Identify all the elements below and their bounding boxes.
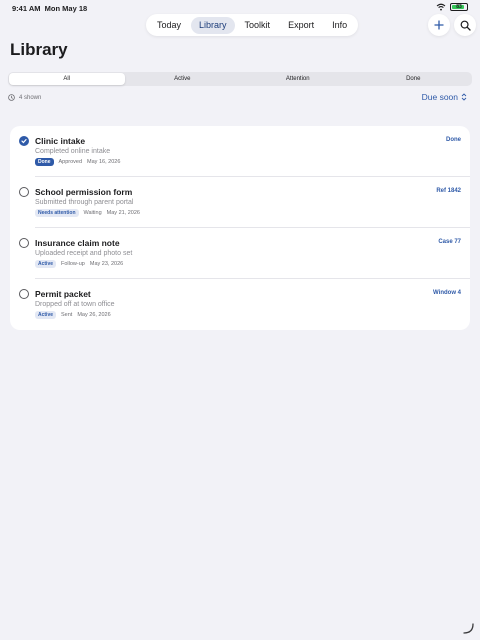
filter-attention[interactable]: Attention: [240, 73, 356, 85]
item-subtitle: Completed online intake: [35, 148, 111, 155]
status-indicators: 83: [436, 3, 468, 11]
item-subtitle: Dropped off at town office: [35, 301, 115, 308]
item-status: Sent: [61, 312, 73, 318]
item-reference: Ref 1842: [436, 188, 461, 194]
item-reference: Window 4: [433, 290, 461, 296]
filter-active[interactable]: Active: [125, 73, 241, 85]
item-date: May 21, 2026: [106, 210, 140, 216]
item-meta: Active Follow-up May 23, 2026: [35, 260, 123, 268]
completion-checkbox[interactable]: [19, 289, 29, 299]
filter-done[interactable]: Done: [356, 73, 472, 85]
status-badge: Active: [35, 260, 57, 268]
item-date: May 26, 2026: [77, 312, 111, 318]
filter-segmented-control: All Active Attention Done: [8, 72, 472, 86]
completion-checkbox[interactable]: [19, 136, 29, 146]
tab-toolkit[interactable]: Toolkit: [237, 17, 279, 34]
plus-icon: [434, 20, 444, 30]
status-time: 9:41 AM Mon May 18: [12, 4, 87, 13]
item-status: Waiting: [83, 210, 102, 216]
item-meta: Done Approved May 16, 2026: [35, 158, 120, 166]
search-icon: [460, 20, 471, 31]
item-meta: Needs attention Waiting May 21, 2026: [35, 209, 140, 217]
sort-label: Due soon: [421, 92, 458, 102]
result-count-label: 4 shown: [19, 94, 42, 101]
sort-chevron-icon: [461, 93, 467, 101]
list-item[interactable]: School permission form Submitted through…: [10, 177, 470, 228]
item-reference: Case 77: [438, 239, 461, 245]
tab-library[interactable]: Library: [191, 16, 235, 34]
item-date: May 16, 2026: [87, 159, 121, 165]
result-count: 4 shown: [8, 94, 41, 101]
library-list: Clinic intake Completed online intake Do…: [10, 126, 470, 330]
resize-handle-icon[interactable]: [462, 622, 474, 634]
status-badge: Active: [35, 311, 57, 319]
battery-percent: 83: [456, 4, 462, 10]
top-tab-bar: Today Library Toolkit Export Info: [146, 14, 359, 36]
tab-info[interactable]: Info: [324, 17, 355, 34]
item-title: Permit packet: [35, 289, 91, 299]
item-subtitle: Uploaded receipt and photo set: [35, 250, 133, 257]
add-button[interactable]: [428, 14, 450, 36]
tab-export[interactable]: Export: [280, 17, 322, 34]
item-reference: Done: [446, 137, 461, 143]
item-date: May 23, 2026: [89, 261, 124, 267]
status-badge: Needs attention: [35, 209, 79, 217]
checkmark-icon: [21, 139, 27, 144]
item-subtitle: Submitted through parent portal: [35, 199, 134, 206]
list-item[interactable]: Permit packet Dropped off at town office…: [10, 279, 470, 330]
item-title: Insurance claim note: [35, 238, 120, 248]
tab-today[interactable]: Today: [149, 17, 189, 34]
completion-checkbox[interactable]: [19, 187, 29, 197]
wifi-icon: [436, 3, 446, 11]
item-meta: Active Sent May 26, 2026: [35, 311, 111, 319]
page-title: Library: [10, 40, 68, 59]
search-button[interactable]: [454, 14, 476, 36]
clock-date: Mon May 18: [44, 4, 88, 13]
clock-icon: [8, 94, 15, 101]
list-item[interactable]: Clinic intake Completed online intake Do…: [10, 126, 470, 177]
list-item[interactable]: Insurance claim note Uploaded receipt an…: [10, 228, 470, 279]
filter-all[interactable]: All: [9, 73, 125, 85]
sort-button[interactable]: Due soon: [422, 92, 467, 102]
item-title: School permission form: [35, 187, 133, 197]
item-status: Follow-up: [61, 261, 85, 267]
item-status: Approved: [58, 159, 83, 165]
status-badge: Done: [35, 158, 54, 166]
completion-checkbox[interactable]: [19, 238, 29, 248]
clock-time: 9:41 AM: [12, 4, 41, 13]
battery-icon: 83: [450, 3, 468, 11]
item-title: Clinic intake: [35, 136, 86, 146]
